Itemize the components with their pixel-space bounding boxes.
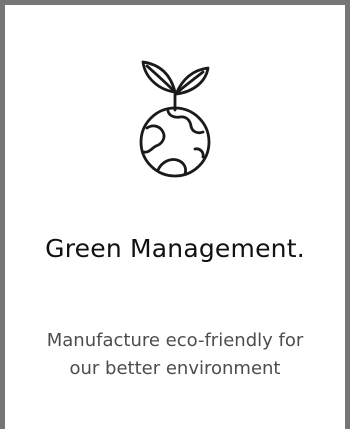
leaf-globe-icon <box>139 60 211 178</box>
icon-container <box>5 50 345 180</box>
card-description: Manufacture eco-friendly for our better … <box>46 330 304 379</box>
card-title: Green Management. <box>45 234 305 263</box>
green-management-card: Green Management. Manufacture eco-friend… <box>0 0 350 429</box>
